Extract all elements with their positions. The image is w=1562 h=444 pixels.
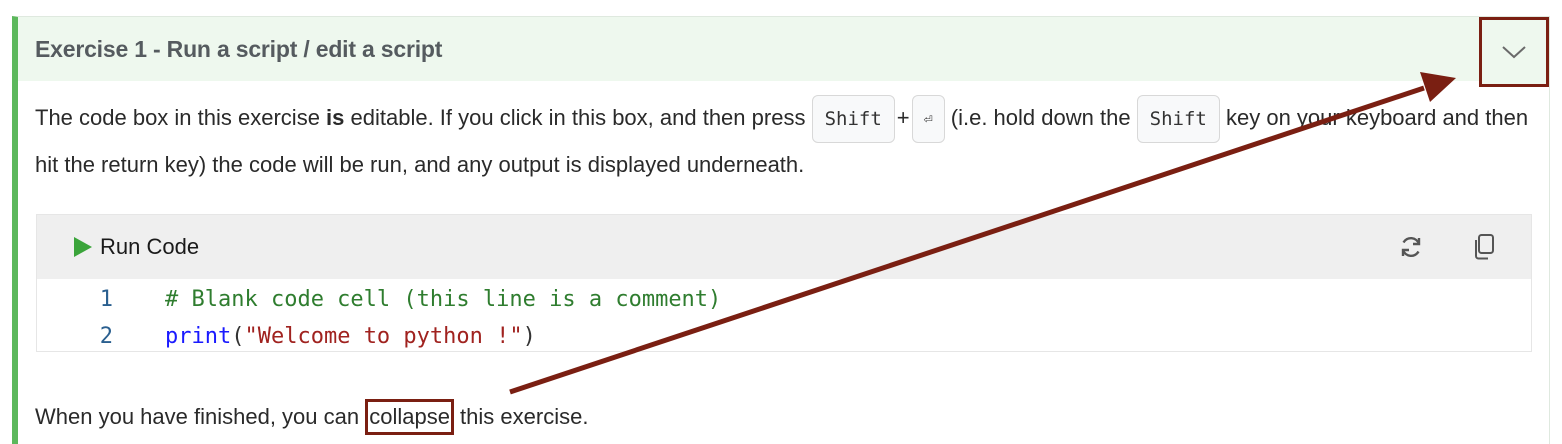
code-editor[interactable]: 1 # Blank code cell (this line is a comm… — [37, 279, 1531, 355]
collapse-button[interactable] — [1479, 17, 1549, 87]
instructions-text: editable. If you click in this box, and … — [344, 104, 812, 130]
shift-key: Shift — [1136, 95, 1220, 143]
page: Exercise 1 - Run a script / edit a scrip… — [0, 0, 1562, 444]
chevron-down-icon — [1502, 46, 1526, 59]
refresh-icon[interactable] — [1397, 233, 1425, 261]
finish-text: When you have finished, you can — [35, 404, 366, 429]
shift-key: Shift — [811, 95, 895, 143]
instructions-text: The code box in this exercise — [35, 104, 327, 130]
copy-icon[interactable] — [1470, 233, 1498, 261]
callout-header[interactable]: Exercise 1 - Run a script / edit a scrip… — [18, 17, 1549, 81]
instructions-bold: is — [326, 104, 345, 130]
code-paren: ) — [522, 324, 536, 349]
run-code-label: Run Code — [100, 234, 200, 259]
run-code-button[interactable]: Run Code — [73, 234, 199, 260]
finish-text: this exercise. — [453, 404, 589, 429]
code-cell[interactable]: Run Code 1 # Blank code cell (this line … — [36, 214, 1532, 352]
code-line: 1 # Blank code cell (this line is a comm… — [37, 281, 1531, 318]
code-string: "Welcome to python !" — [244, 324, 523, 349]
code-toolbar: Run Code — [37, 215, 1531, 279]
instructions-text: (i.e. hold down the — [944, 104, 1137, 130]
code-function: print — [165, 324, 232, 349]
play-icon — [74, 237, 92, 257]
code-paren: ( — [231, 324, 245, 349]
line-number: 2 — [99, 324, 113, 349]
line-number: 1 — [99, 287, 113, 312]
plus-sign: + — [896, 104, 910, 130]
finish-paragraph: When you have finished, you can collapse… — [35, 399, 588, 435]
code-comment: # Blank code cell (this line is a commen… — [165, 287, 722, 312]
instructions-paragraph: The code box in this exercise is editabl… — [35, 95, 1530, 187]
collapse-highlight: collapse — [365, 399, 454, 435]
code-line: 2 print("Welcome to python !") — [37, 318, 1531, 355]
return-key: ⏎ — [911, 95, 945, 143]
exercise-callout: Exercise 1 - Run a script / edit a scrip… — [12, 16, 1550, 444]
exercise-title: Exercise 1 - Run a script / edit a scrip… — [35, 35, 443, 62]
